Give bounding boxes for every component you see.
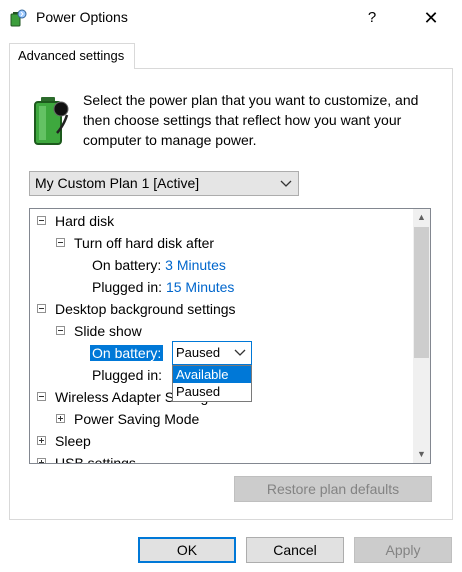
power-options-icon — [8, 8, 28, 28]
tree-item-label: Slide show — [74, 323, 142, 339]
tree-item-label: Sleep — [55, 433, 91, 449]
cancel-button[interactable]: Cancel — [246, 537, 344, 563]
scroll-up-icon[interactable]: ▲ — [413, 209, 430, 226]
tree-scrollbar[interactable]: ▲ ▼ — [413, 209, 430, 463]
tree-item-hd-on-battery[interactable]: On battery: 3 Minutes — [92, 254, 226, 276]
tree-collapse-icon[interactable] — [56, 238, 65, 247]
tree-expand-icon[interactable] — [37, 458, 46, 463]
title-bar: Power Options ? ✕ — [0, 0, 462, 36]
tree-item-label: Desktop background settings — [55, 301, 236, 317]
tree-item-hd-plugged-in[interactable]: Plugged in: 15 Minutes — [92, 276, 234, 298]
help-button[interactable]: ? — [352, 0, 392, 36]
tree-expand-icon[interactable] — [37, 436, 46, 445]
tree-item-label: Hard disk — [55, 213, 115, 229]
setting-label-selected: On battery: — [90, 345, 164, 361]
apply-button[interactable]: Apply — [354, 537, 452, 563]
scroll-down-icon[interactable]: ▼ — [413, 446, 430, 463]
window-title: Power Options — [36, 9, 128, 25]
ok-button[interactable]: OK — [138, 537, 236, 563]
close-button[interactable]: ✕ — [410, 0, 452, 36]
tree-collapse-icon[interactable] — [56, 326, 65, 335]
option-available[interactable]: Available — [173, 366, 251, 383]
option-paused[interactable]: Paused — [173, 383, 251, 400]
tree-item-ss-plugged-in[interactable]: Plugged in: — [92, 364, 162, 386]
tree-item-label: Turn off hard disk after — [74, 235, 215, 251]
tree-collapse-icon[interactable] — [37, 392, 46, 401]
tree-item-label: USB settings — [55, 455, 136, 464]
tree-collapse-icon[interactable] — [37, 216, 46, 225]
setting-value-link[interactable]: 15 Minutes — [166, 279, 234, 295]
tab-advanced-settings[interactable]: Advanced settings — [9, 43, 135, 69]
setting-label: Plugged in: — [92, 367, 163, 383]
slide-show-options-list[interactable]: Available Paused — [172, 365, 252, 402]
setting-label: Plugged in: — [92, 279, 163, 295]
settings-tree[interactable]: Hard disk Turn off hard disk after On ba… — [29, 208, 431, 464]
battery-plan-icon — [32, 95, 70, 147]
setting-label: On battery: — [92, 257, 162, 273]
tree-collapse-icon[interactable] — [37, 304, 46, 313]
setting-value-link[interactable]: 3 Minutes — [165, 257, 226, 273]
slide-show-battery-value: Paused — [176, 345, 221, 360]
chevron-down-icon — [280, 172, 292, 202]
tree-item-ss-on-battery[interactable]: On battery: — [90, 342, 164, 364]
tree-expand-icon[interactable] — [56, 414, 65, 423]
plan-select-value: My Custom Plan 1 [Active] — [35, 175, 200, 191]
description-text: Select the power plan that you want to c… — [83, 92, 419, 148]
tree-item-label: Power Saving Mode — [74, 411, 200, 427]
restore-defaults-button[interactable]: Restore plan defaults — [234, 476, 432, 502]
slide-show-battery-select[interactable]: Paused — [172, 341, 252, 365]
plan-select[interactable]: My Custom Plan 1 [Active] — [29, 171, 299, 196]
scroll-thumb[interactable] — [414, 227, 429, 358]
